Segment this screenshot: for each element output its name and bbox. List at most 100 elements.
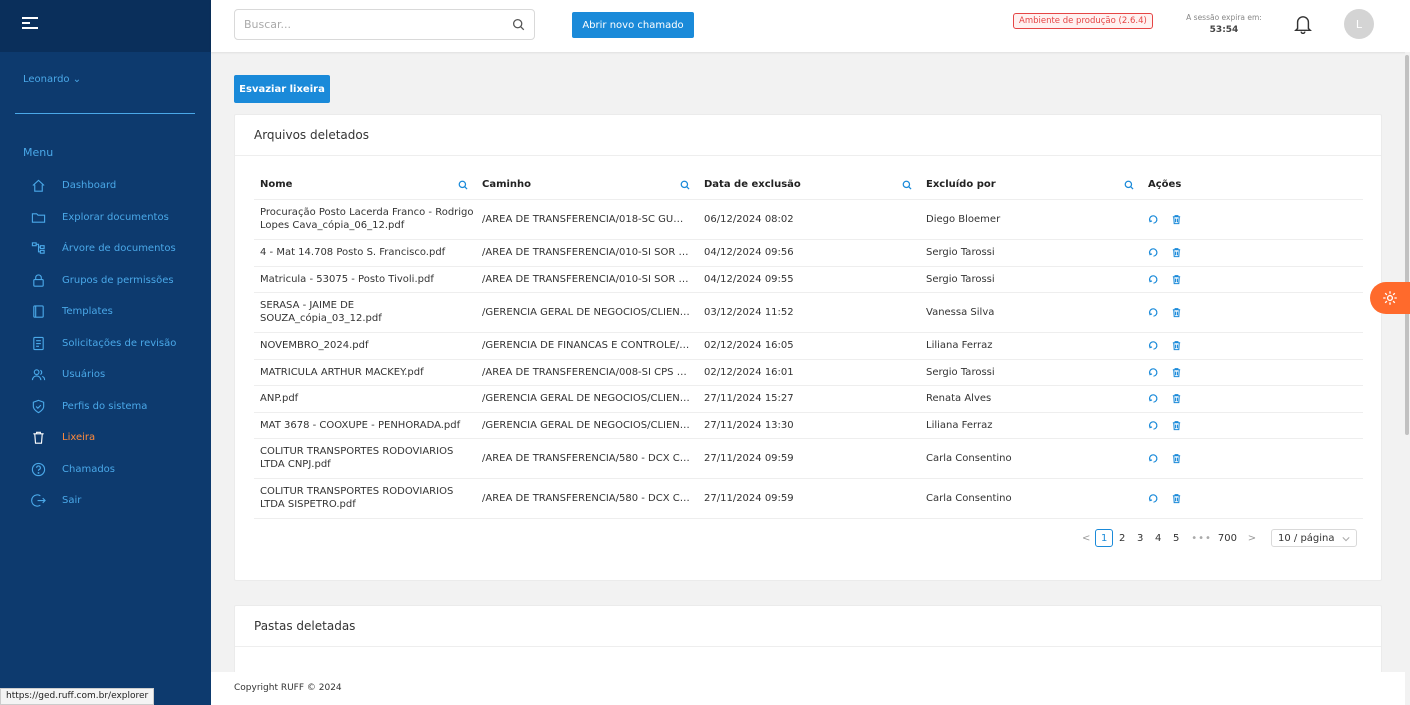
tree-icon <box>30 241 46 257</box>
file-path: /GERENCIA DE FINANCAS E CONTROLE/C... <box>476 332 698 360</box>
delete-permanently-icon[interactable] <box>1171 340 1182 351</box>
deletion-date: 27/11/2024 15:27 <box>698 385 920 413</box>
deletion-date: 02/12/2024 16:05 <box>698 332 920 360</box>
bell-icon[interactable] <box>1294 14 1312 34</box>
file-name: NOVEMBRO_2024.pdf <box>260 340 369 351</box>
sidebar-item-users[interactable]: Usuários <box>0 359 211 391</box>
page-scrollbar[interactable] <box>1405 52 1410 672</box>
sidebar-item-label: Explorar documentos <box>62 211 169 223</box>
shield-icon <box>30 398 46 414</box>
deletion-date: 02/12/2024 16:01 <box>698 359 920 386</box>
deleted-by: Renata Alves <box>920 385 1142 413</box>
scrollbar-thumb[interactable] <box>1405 55 1409 435</box>
actions-cell <box>1142 385 1363 413</box>
search-icon[interactable] <box>512 18 525 31</box>
sidebar: Leonardo ⌄ Menu Dashboard Explorar docume… <box>0 0 211 705</box>
file-name-cell: MAT 3678 - COOXUPE - PENHORADA.pdf <box>254 412 476 439</box>
restore-icon[interactable] <box>1148 367 1159 378</box>
search-icon[interactable] <box>680 180 690 190</box>
file-name: MAT 3678 - COOXUPE - PENHORADA.pdf <box>260 419 461 431</box>
sidebar-item-template[interactable]: Templates <box>0 296 211 328</box>
delete-permanently-icon[interactable] <box>1171 307 1182 318</box>
page-button-1[interactable]: 1 <box>1095 529 1114 547</box>
deletion-date: 03/12/2024 11:52 <box>698 292 920 333</box>
settings-gear-icon[interactable] <box>1370 282 1410 314</box>
search-icon[interactable] <box>1124 180 1134 190</box>
open-ticket-button[interactable]: Abrir novo chamado <box>572 12 694 38</box>
sidebar-item-folder[interactable]: Explorar documentos <box>0 202 211 234</box>
sidebar-item-review[interactable]: Solicitações de revisão <box>0 328 211 360</box>
actions-cell <box>1142 292 1363 333</box>
page-button-last[interactable]: 700 <box>1218 529 1237 547</box>
restore-icon[interactable] <box>1148 247 1159 258</box>
search-box[interactable] <box>234 9 535 40</box>
delete-permanently-icon[interactable] <box>1171 453 1182 464</box>
column-label: Ações <box>1148 179 1182 191</box>
actions-cell <box>1142 478 1363 519</box>
delete-permanently-icon[interactable] <box>1171 367 1182 378</box>
restore-icon[interactable] <box>1148 453 1159 464</box>
restore-icon[interactable] <box>1148 214 1159 225</box>
page-button-3[interactable]: 3 <box>1131 529 1149 547</box>
delete-permanently-icon[interactable] <box>1171 274 1182 285</box>
search-icon[interactable] <box>902 180 912 190</box>
file-path: /AREA DE TRANSFERENCIA/580 - DCX CO... <box>476 478 698 519</box>
sidebar-item-tree[interactable]: Árvore de documentos <box>0 233 211 265</box>
actions-cell <box>1142 199 1363 240</box>
sidebar-item-help[interactable]: Chamados <box>0 454 211 486</box>
chevron-down-icon <box>1342 537 1350 542</box>
restore-icon[interactable] <box>1148 274 1159 285</box>
delete-permanently-icon[interactable] <box>1171 247 1182 258</box>
session-timer: A sessão expira em: 53:54 <box>1179 13 1269 35</box>
sidebar-item-label: Solicitações de revisão <box>62 337 177 349</box>
delete-permanently-icon[interactable] <box>1171 393 1182 404</box>
restore-icon[interactable] <box>1148 393 1159 404</box>
empty-trash-button[interactable]: Esvaziar lixeira <box>234 75 330 103</box>
restore-icon[interactable] <box>1148 420 1159 431</box>
file-name-cell: ANP.pdf <box>254 385 476 413</box>
search-input[interactable] <box>244 18 494 31</box>
page-button-4[interactable]: 4 <box>1149 529 1167 547</box>
pagination-ellipsis[interactable]: ••• <box>1191 533 1212 544</box>
restore-icon[interactable] <box>1148 493 1159 504</box>
page-button-5[interactable]: 5 <box>1167 529 1185 547</box>
menu-toggle-icon[interactable] <box>22 17 38 31</box>
sidebar-item-home[interactable]: Dashboard <box>0 170 211 202</box>
deletion-date: 04/12/2024 09:55 <box>698 266 920 293</box>
sidebar-item-logout[interactable]: Sair <box>0 485 211 517</box>
delete-permanently-icon[interactable] <box>1171 420 1182 431</box>
column-header-deleted-by: Excluído por <box>920 171 1142 200</box>
next-page-button[interactable]: > <box>1243 529 1261 547</box>
deleted-files-title: Arquivos deletados <box>235 115 1381 156</box>
session-label: A sessão expira em: <box>1186 13 1262 22</box>
delete-permanently-icon[interactable] <box>1171 493 1182 504</box>
page-size-select[interactable]: 10 / página <box>1271 529 1357 547</box>
delete-permanently-icon[interactable] <box>1171 214 1182 225</box>
sidebar-item-label: Templates <box>62 306 113 318</box>
file-path: /AREA DE TRANSFERENCIA/018-SC GUA ... <box>476 199 698 240</box>
pagination: < 1 2 3 4 5 ••• 700 > 10 / página <box>1077 529 1357 547</box>
deletion-date: 27/11/2024 09:59 <box>698 478 920 519</box>
previous-page-button[interactable]: < <box>1077 529 1095 547</box>
user-avatar[interactable]: L <box>1344 9 1374 39</box>
file-name: Procuração Posto Lacerda Franco - Rodrig… <box>260 207 474 231</box>
search-icon[interactable] <box>458 180 468 190</box>
logout-icon <box>30 493 46 509</box>
column-header-actions: Ações <box>1142 171 1363 200</box>
users-icon <box>30 367 46 383</box>
restore-icon[interactable] <box>1148 340 1159 351</box>
file-name: MATRICULA ARTHUR MACKEY.pdf <box>260 366 424 378</box>
help-icon <box>30 461 46 477</box>
page-button-2[interactable]: 2 <box>1113 529 1131 547</box>
sidebar-item-lock[interactable]: Grupos de permissões <box>0 265 211 297</box>
restore-icon[interactable] <box>1148 307 1159 318</box>
deleted-by: Liliana Ferraz <box>920 412 1142 439</box>
sidebar-item-shield[interactable]: Perfis do sistema <box>0 391 211 423</box>
file-name-cell: MATRICULA ARTHUR MACKEY.pdf <box>254 359 476 386</box>
user-menu[interactable]: Leonardo ⌄ <box>23 74 81 85</box>
column-label: Data de exclusão <box>704 179 801 191</box>
table-row: MATRICULA ARTHUR MACKEY.pdf/AREA DE TRAN… <box>254 359 1363 386</box>
table-row: Procuração Posto Lacerda Franco - Rodrig… <box>254 199 1363 240</box>
sidebar-item-trash[interactable]: Lixeira <box>0 422 211 454</box>
column-label: Nome <box>260 179 293 191</box>
